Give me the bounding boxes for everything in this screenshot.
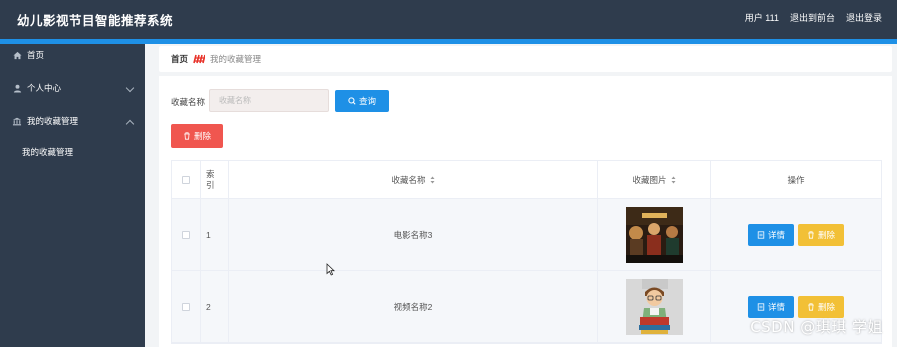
detail-button[interactable]: 详情 [748,295,794,318]
chevron-down-icon [125,83,135,93]
table-header: 索引 收藏名称 收藏图片 操作 [172,161,881,199]
sidebar-item-label: 个人中心 [27,83,62,93]
search-label: 收藏名称 [171,97,206,107]
batch-delete-label: 删除 [193,131,211,141]
row-checkbox[interactable] [182,302,190,311]
select-all-checkbox[interactable] [182,175,190,184]
top-navbar: 幼儿影视节目智能推荐系统 用户 111 退出到前台 退出登录 [0,0,897,39]
sidebar-subitem-my-favorites[interactable]: 我的收藏管理 [0,143,145,165]
trash-icon [808,230,814,239]
home-icon [12,50,22,60]
table-row: 1 电影名称3 详情 删除 [172,199,881,271]
trash-icon [808,302,814,311]
movie-poster-image [625,206,683,263]
row-delete-button[interactable]: 删除 [798,295,844,318]
search-icon [348,97,356,105]
chevron-up-icon [125,119,135,129]
document-icon [757,302,765,311]
app-title: 幼儿影视节目智能推荐系统 [17,14,174,28]
breadcrumb-separator-icon [193,54,206,64]
column-header-name[interactable]: 收藏名称 [391,174,425,186]
sidebar-item-personal-center[interactable]: 个人中心 [0,77,145,110]
document-icon [757,230,765,239]
sidebar-item-my-favorites[interactable]: 我的收藏管理 [0,110,145,143]
trash-icon [184,132,190,140]
column-header-operations: 操作 [787,174,805,185]
watermark-text: CSDN @琪琪 学姐 [750,318,883,336]
row-delete-label: 删除 [817,301,835,312]
row-checkbox[interactable] [182,230,190,239]
column-header-index: 索引 [206,168,215,190]
row-delete-button[interactable]: 删除 [798,223,844,246]
main-card: 收藏名称 收藏名称 查询 删除 索引 收藏名称 收藏图片 操作 1 电影名称3 [159,76,892,347]
column-header-picture[interactable]: 收藏图片 [632,174,666,186]
breadcrumb: 首页 我的收藏管理 [159,46,892,72]
detail-button-label: 详情 [767,301,785,312]
detail-button[interactable]: 详情 [748,223,794,246]
to-front-link[interactable]: 退出到前台 [790,11,835,24]
detail-button-label: 详情 [767,229,785,240]
sort-icon[interactable] [430,176,435,184]
query-button[interactable]: 查询 [335,90,389,112]
search-input[interactable]: 收藏名称 [209,89,329,112]
topbar-actions: 用户 111 退出到前台 退出登录 [745,11,882,24]
breadcrumb-current: 我的收藏管理 [210,54,262,64]
row-name: 电影名称3 [393,229,433,240]
breadcrumb-home[interactable]: 首页 [171,53,188,65]
sidebar-item-label: 首页 [27,50,45,60]
sort-icon[interactable] [671,176,676,184]
current-user-label: 用户 111 [744,13,779,23]
query-button-label: 查询 [358,96,376,106]
row-delete-label: 删除 [817,229,835,240]
row-index: 2 [206,301,211,312]
batch-delete-button[interactable]: 删除 [171,124,223,148]
user-icon [12,83,22,93]
sidebar: 首页 个人中心 我的收藏管理 我的收藏管理 [0,44,145,347]
sidebar-item-home[interactable]: 首页 [0,44,145,77]
row-name: 视频名称2 [393,301,433,312]
sidebar-item-label: 我的收藏管理 [27,116,79,126]
logout-link[interactable]: 退出登录 [846,11,882,24]
bank-icon [12,116,22,126]
cartoon-reader-image [625,278,683,335]
row-index: 1 [206,229,211,240]
mouse-cursor-icon [326,263,335,276]
